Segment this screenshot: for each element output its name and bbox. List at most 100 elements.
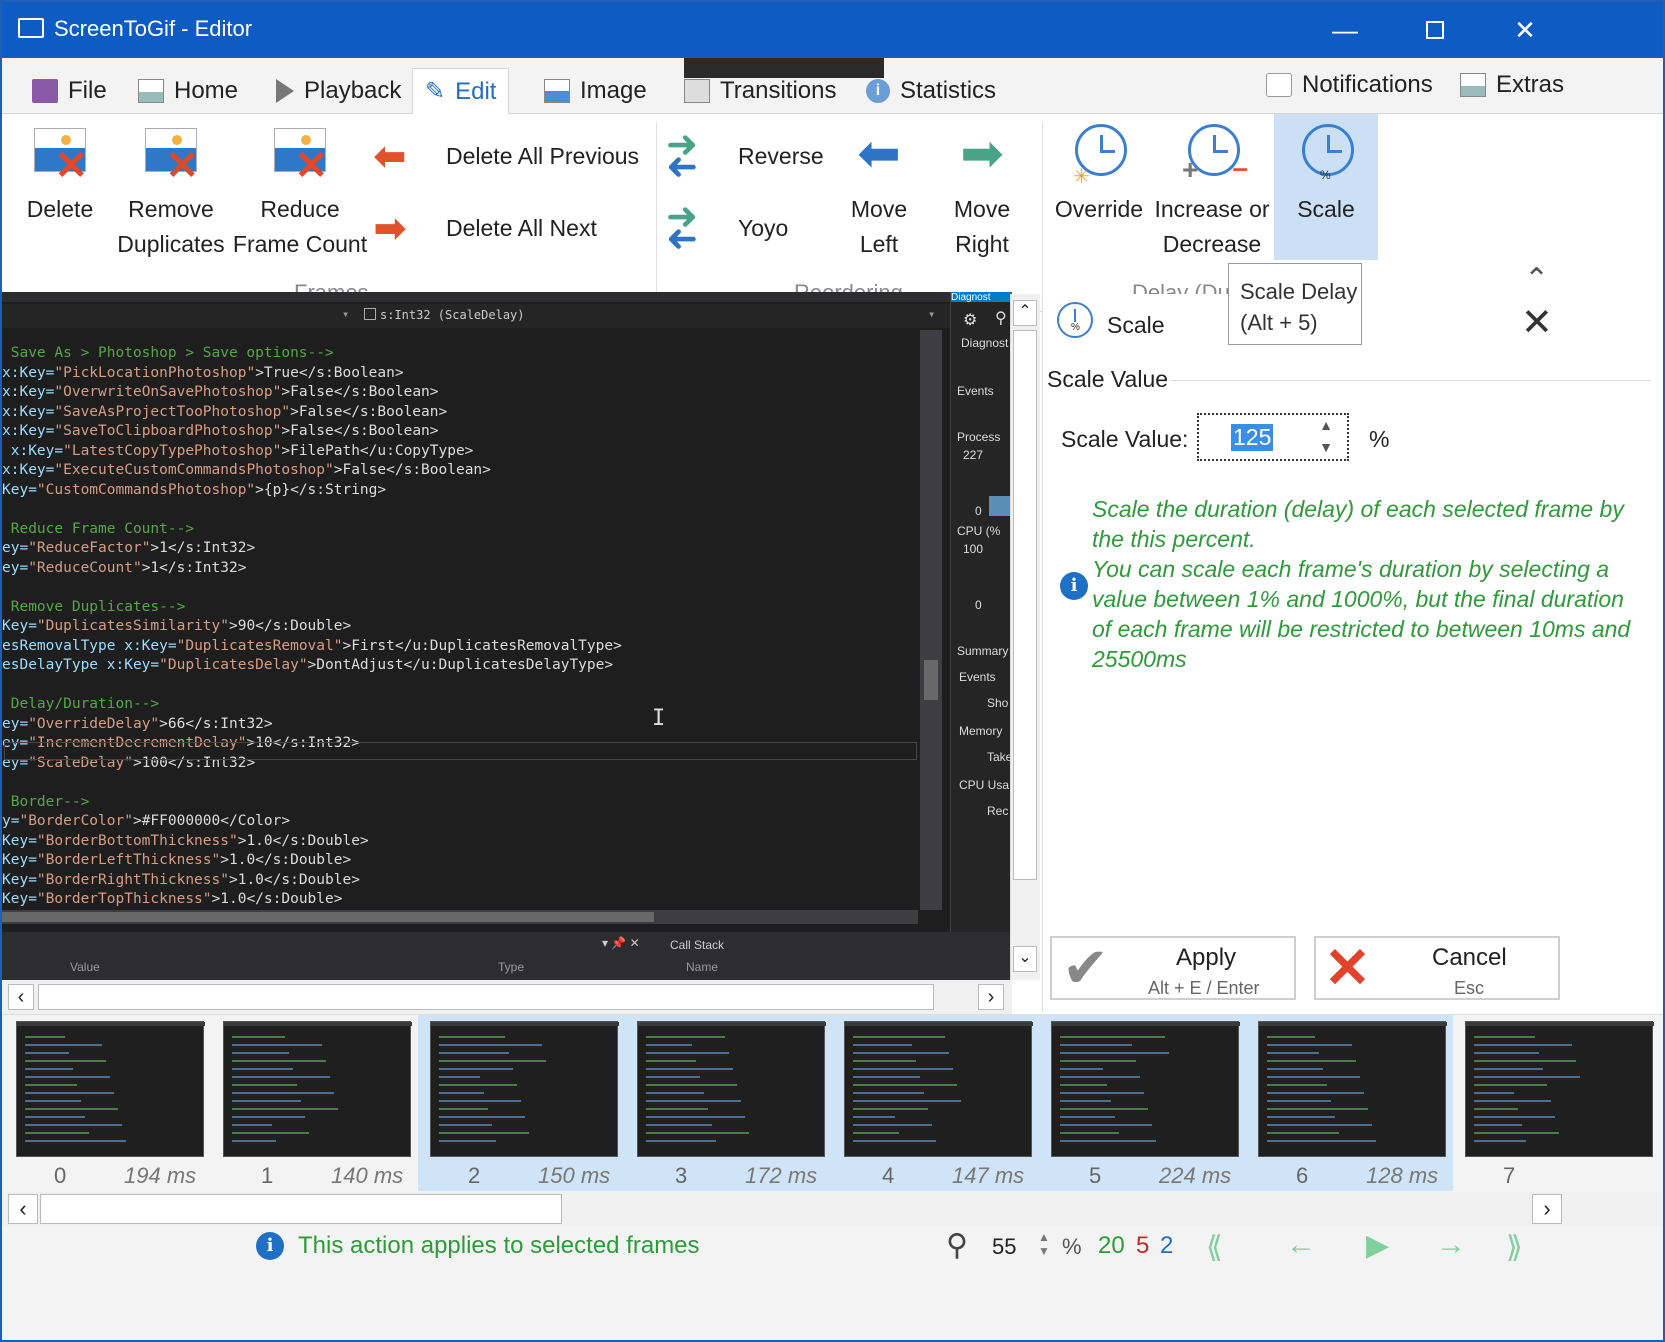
tab-statistics[interactable]: i Statistics [854,68,1008,114]
frames-hscroll[interactable]: ‹ › [2,1192,1663,1226]
debug-bottom-panels: Value Type Call Stack Name ▾ 📌 ✕ [2,932,1012,980]
editor-vscroll[interactable] [920,330,942,910]
last-frame-icon[interactable]: ⟫ [1506,1230,1523,1265]
scroll-left-icon[interactable]: ‹ [8,1194,38,1224]
close-panel-icon[interactable]: ✕ [1521,300,1553,345]
code-line: Remove Duplicates--> [2,598,186,615]
diag-process-label: Process [957,430,1001,444]
clock-override-icon: ✳ [1069,122,1129,188]
reverse-arrows-icon: ➜ ➜ [666,124,698,188]
minimize-button[interactable]: — [1298,2,1392,58]
frame-thumbnail[interactable]: 7 [1453,1015,1660,1191]
frame-preview-image [1051,1021,1240,1157]
scroll-down-icon[interactable]: ⌄ [1013,946,1037,972]
next-frame-icon[interactable]: → [1436,1228,1466,1262]
frame-preview-image [16,1021,205,1157]
frame-thumbnail[interactable]: 5 224 ms [1039,1015,1246,1191]
frame-delay: 194 ms [124,1163,197,1188]
code-line: Delay/Duration--> [2,696,160,712]
previous-frame-icon[interactable]: ← [1286,1228,1316,1262]
zoom-icon[interactable]: ⚲ [995,308,1007,328]
code-line: Save As > Photoshop > Save options--> [2,345,334,361]
scale-value-input[interactable]: 125 ▲ ▼ [1197,413,1349,461]
editor-hscroll[interactable] [2,910,918,924]
play-icon [276,79,294,103]
spin-up-icon[interactable]: ▲ [1319,417,1333,433]
frame-count-total: 20 [1098,1232,1125,1259]
extras-button[interactable]: Extras [1448,62,1576,108]
diag-events-label: Events [957,384,994,398]
scroll-thumb[interactable] [40,1194,562,1224]
delete-button[interactable]: ✕ Delete [16,122,104,227]
override-delay-button[interactable]: ✳ Override [1050,122,1148,227]
preview-hscroll[interactable]: ‹ › [2,980,1012,1014]
frame-count-current: 2 [1160,1232,1174,1259]
tab-playback[interactable]: Playback [264,68,413,114]
scroll-right-icon[interactable]: › [1532,1194,1562,1224]
status-bar: i This action applies to selected frames… [2,1226,1663,1340]
notifications-button[interactable]: Notifications [1254,62,1445,108]
window-title: ScreenToGif - Editor [54,16,253,41]
move-right-button[interactable]: ➡ Move Right [938,122,1026,262]
code-lines[interactable]: Save As > Photoshop > Save options--> x:K… [2,345,918,907]
zoom-spinner-icon[interactable]: ▲ ▼ [1038,1230,1050,1258]
code-line: Key="BorderTopThickness">1.0</s:Double> [2,891,343,907]
tab-image[interactable]: Image [532,68,659,114]
increase-decrease-delay-button[interactable]: + – Increase or Decrease [1152,122,1272,262]
cancel-button[interactable]: ✕ Cancel Esc [1314,936,1560,1000]
scroll-thumb[interactable] [1013,330,1037,880]
scroll-up-icon[interactable]: ⌃ [1013,300,1037,326]
preview-vscroll[interactable]: ⌃ ⌄ [1010,294,1040,980]
scroll-left-icon[interactable]: ‹ [8,984,34,1010]
move-left-button[interactable]: ⬅ Move Left [836,122,922,262]
code-line: x:Key="PickLocationPhotoshop">True</s:Bo… [2,364,404,381]
collapse-ribbon-icon[interactable]: ⌃ [1524,262,1549,297]
code-line: Key="BorderLeftThickness">1.0</s:Double> [2,852,352,868]
maximize-button[interactable] [1388,2,1482,58]
frame-thumbnail[interactable]: 6 128 ms [1246,1015,1453,1191]
code-line: Key="BorderRightThickness">1.0</s:Double… [2,871,360,888]
frame-thumbnail[interactable]: 4 147 ms [832,1015,1039,1191]
frame-number: 7 [1503,1163,1516,1188]
frame-thumbnail[interactable]: 3 172 ms [625,1015,832,1191]
close-window-button[interactable]: ✕ [1478,2,1572,58]
code-line: esRemovalType x:Key="DuplicatesRemoval">… [2,637,622,654]
reduce-frame-count-button[interactable]: ✕ Reduce Frame Count [230,122,370,262]
tab-transitions[interactable]: Transitions [672,68,848,114]
apply-button[interactable]: ✔ Apply Alt + E / Enter [1050,936,1296,1000]
play-icon[interactable]: ▶ [1366,1228,1389,1263]
zoom-input[interactable]: 55 [992,1234,1016,1260]
frame-thumbnail[interactable]: 2 150 ms [418,1015,625,1191]
frame-number: 2 [468,1163,481,1188]
scroll-right-icon[interactable]: › [978,984,1004,1010]
scroll-thumb[interactable] [38,984,934,1010]
home-image-icon [138,79,164,103]
first-frame-icon[interactable]: ⟪ [1206,1230,1223,1265]
image-icon [544,79,570,103]
spin-down-icon[interactable]: ▼ [1319,439,1333,455]
tab-file[interactable]: File [20,68,119,114]
remove-duplicates-button[interactable]: ✕ Remove Duplicates [112,122,230,262]
frame-thumbnail[interactable]: 0 194 ms [4,1015,211,1191]
frame-delay: 224 ms [1159,1163,1232,1188]
code-line: ey="ReduceFactor">1</s:Int32> [2,540,256,556]
reverse-button[interactable]: ➜ ➜ Reverse [666,124,824,188]
frame-preview-image [223,1021,412,1157]
code-line: Border--> [2,793,90,810]
save-icon [32,79,58,103]
delete-all-previous-button[interactable]: ⬅ Delete All Previous [374,134,639,178]
tab-home[interactable]: Home [126,68,250,114]
frame-number: 1 [261,1163,274,1188]
gear-icon[interactable]: ⚙ [963,310,977,330]
delete-frame-icon: ✕ [30,122,90,186]
scale-delay-button[interactable]: % Scale [1274,114,1378,260]
code-line: y="BorderColor">#FF000000</Color> [2,813,291,829]
delete-all-next-button[interactable]: ➡ Delete All Next [374,206,597,250]
frame-preview-image [1465,1021,1654,1157]
frame-delay: 140 ms [331,1163,404,1188]
tab-edit[interactable]: ✎ Edit [412,68,510,114]
yoyo-button[interactable]: ➜ ➜ Yoyo [666,198,788,260]
frame-delay: 172 ms [745,1163,818,1188]
frame-preview-image [844,1021,1033,1157]
frame-thumbnail[interactable]: 1 140 ms [211,1015,418,1191]
